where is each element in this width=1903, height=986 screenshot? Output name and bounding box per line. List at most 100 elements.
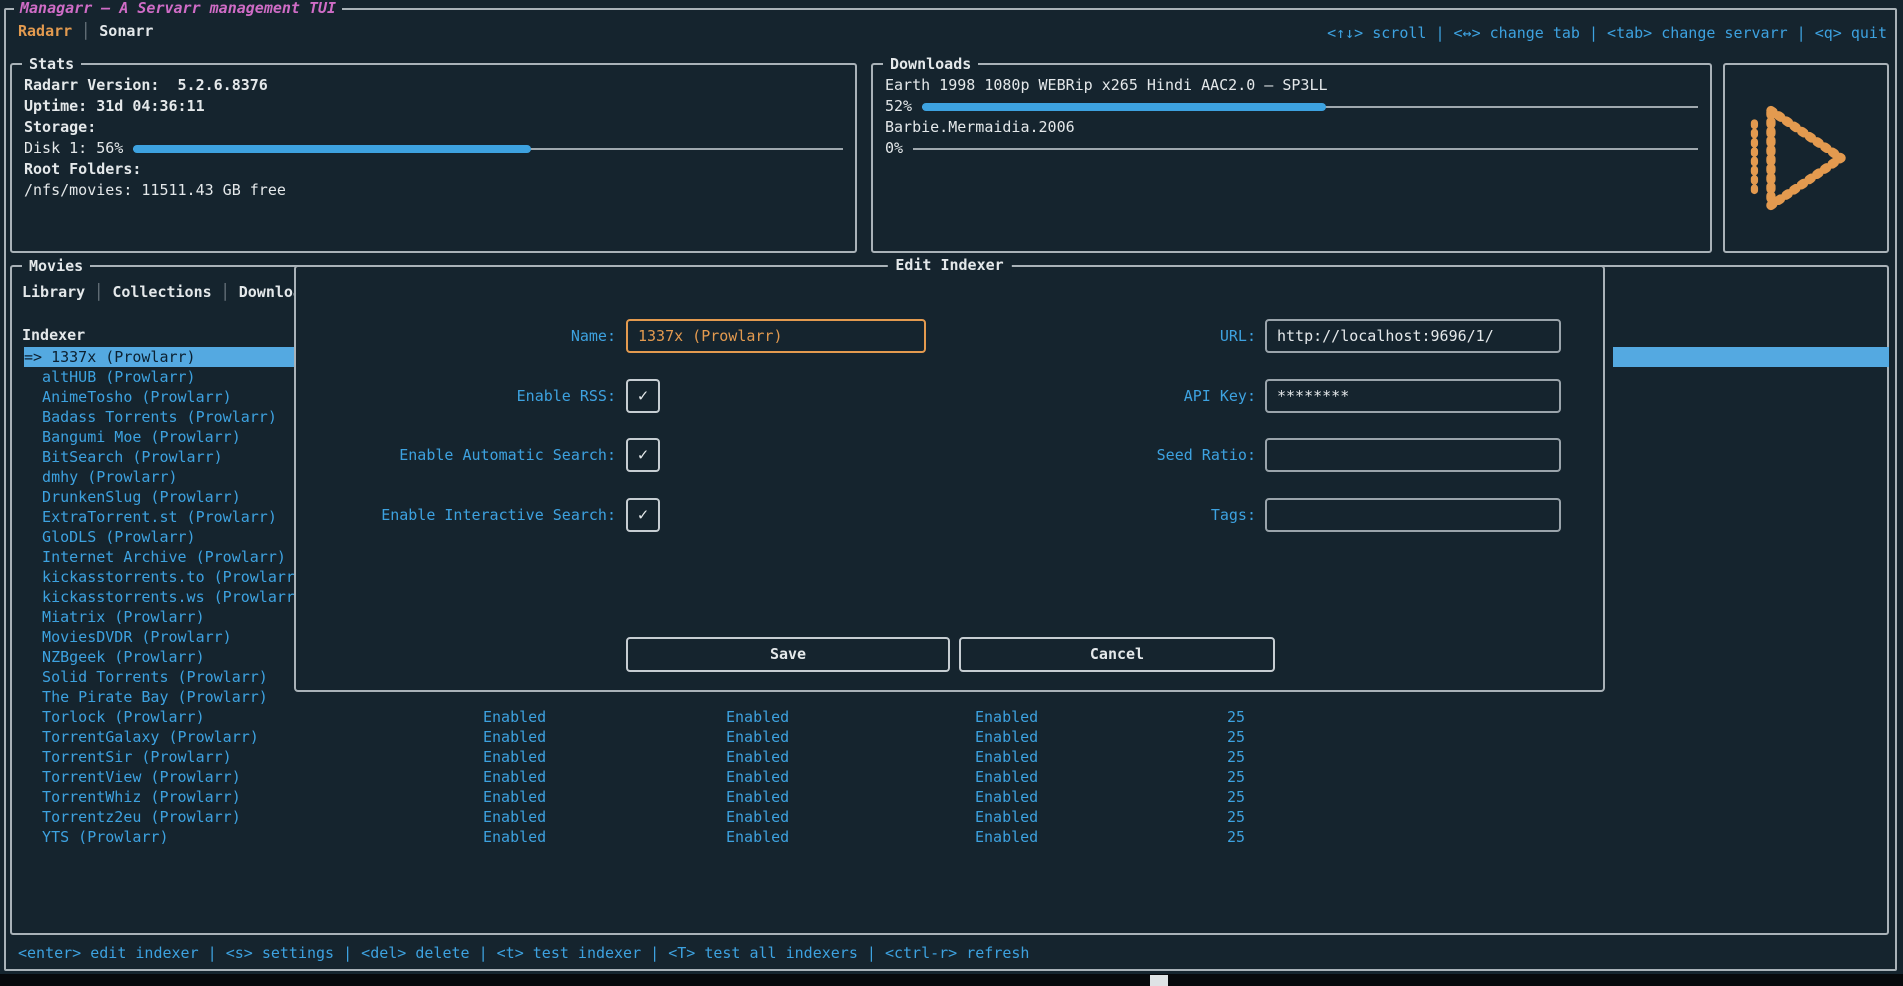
- indexer-name: TorrentSir (Prowlarr): [24, 747, 301, 767]
- tags-label: Tags:: [936, 498, 1256, 532]
- modal-title: Edit Indexer: [887, 256, 1011, 274]
- indexer-name: The Pirate Bay (Prowlarr): [24, 687, 301, 707]
- save-button[interactable]: Save: [626, 637, 950, 672]
- indexer-status-enabled: Enabled: [726, 767, 789, 787]
- indexer-priority: 25: [1174, 787, 1245, 807]
- tab-library[interactable]: Library: [22, 283, 85, 301]
- radarr-version: Radarr Version: 5.2.6.8376: [24, 75, 843, 96]
- bottom-keybindings: <enter> edit indexer | <s> settings | <d…: [18, 944, 1029, 962]
- indexer-row[interactable]: TorrentGalaxy (Prowlarr)EnabledEnabledEn…: [24, 727, 1879, 747]
- movies-tab-bar: Library │ Collections │ Downloads: [22, 283, 320, 301]
- enable-rss-label: Enable RSS:: [296, 379, 616, 413]
- indexer-name: AnimeTosho (Prowlarr): [24, 387, 301, 407]
- indexer-column-header: Indexer: [22, 326, 85, 344]
- stats-panel: Stats Radarr Version: 5.2.6.8376 Uptime:…: [10, 63, 857, 253]
- indexer-name: kickasstorrents.ws (Prowlarr): [24, 587, 301, 607]
- seed-ratio-label: Seed Ratio:: [936, 438, 1256, 472]
- background-artifact: [1150, 975, 1168, 986]
- indexer-priority: 25: [1174, 807, 1245, 827]
- indexer-row[interactable]: Torlock (Prowlarr)EnabledEnabledEnabled2…: [24, 707, 1879, 727]
- indexer-status-enabled: Enabled: [726, 727, 789, 747]
- enable-automatic-search-checkbox[interactable]: ✓: [626, 438, 660, 472]
- enable-automatic-search-label: Enable Automatic Search:: [296, 438, 616, 472]
- url-input[interactable]: http://localhost:9696/1/: [1265, 319, 1561, 353]
- download-percent: 52%: [885, 96, 912, 117]
- indexer-name: NZBgeek (Prowlarr): [24, 647, 301, 667]
- download-progress-row: 52%: [885, 96, 1698, 117]
- tags-input[interactable]: [1265, 498, 1561, 532]
- indexer-status-enabled: Enabled: [975, 807, 1038, 827]
- uptime: Uptime: 31d 04:36:11: [24, 96, 843, 117]
- name-input[interactable]: 1337x (Prowlarr): [626, 319, 926, 353]
- indexer-priority: 25: [1174, 707, 1245, 727]
- enable-interactive-search-label: Enable Interactive Search:: [296, 498, 616, 532]
- stats-panel-title: Stats: [22, 54, 81, 74]
- indexer-name: GloDLS (Prowlarr): [24, 527, 301, 547]
- indexer-status-enabled: Enabled: [975, 787, 1038, 807]
- url-label: URL:: [936, 319, 1256, 353]
- indexer-name: TorrentWhiz (Prowlarr): [24, 787, 301, 807]
- indexer-name: Torrentz2eu (Prowlarr): [24, 807, 301, 827]
- indexer-status-enabled: Enabled: [975, 707, 1038, 727]
- indexer-status-enabled: Enabled: [975, 727, 1038, 747]
- indexer-name: Miatrix (Prowlarr): [24, 607, 301, 627]
- indexer-name: dmhy (Prowlarr): [24, 467, 301, 487]
- download-item-title: Earth 1998 1080p WEBRip x265 Hindi AAC2.…: [885, 75, 1698, 96]
- desktop-strip: [0, 974, 1903, 986]
- disk-usage-bar: [133, 138, 843, 159]
- indexer-status-enabled: Enabled: [726, 747, 789, 767]
- indexer-status-enabled: Enabled: [975, 767, 1038, 787]
- api-key-label: API Key:: [936, 379, 1256, 413]
- indexer-status-enabled: Enabled: [483, 807, 546, 827]
- edit-indexer-modal: Edit Indexer Name: 1337x (Prowlarr) URL:…: [294, 265, 1605, 692]
- indexer-name: Badass Torrents (Prowlarr): [24, 407, 301, 427]
- top-keybindings: <↑↓> scroll | <↔> change tab | <tab> cha…: [1327, 24, 1887, 42]
- seed-ratio-input[interactable]: [1265, 438, 1561, 472]
- indexer-row[interactable]: TorrentSir (Prowlarr) Enabled Enabled Enabl…: [24, 747, 1879, 767]
- tab-separator: │: [212, 283, 239, 301]
- tab-separator: │: [72, 22, 99, 40]
- progress-fill: [133, 145, 530, 153]
- indexer-name: kickasstorrents.to (Prowlarr): [24, 567, 301, 587]
- tab-collections[interactable]: Collections: [112, 283, 211, 301]
- tab-sonarr[interactable]: Sonarr: [99, 22, 153, 40]
- tab-separator: │: [85, 283, 112, 301]
- indexer-row[interactable]: TorrentView (Prowlarr)EnabledEnabledEnab…: [24, 767, 1879, 787]
- indexer-name: Solid Torrents (Prowlarr): [24, 667, 301, 687]
- indexer-status-enabled: Enabled: [975, 827, 1038, 847]
- indexer-status-enabled: Enabled: [975, 747, 1038, 767]
- enable-interactive-search-checkbox[interactable]: ✓: [626, 498, 660, 532]
- progress-track: [913, 148, 1698, 150]
- terminal-screen: Managarr – A Servarr management TUI Rada…: [0, 0, 1903, 986]
- indexer-row[interactable]: TorrentWhiz (Prowlarr) Enabled Enabled Enab…: [24, 787, 1879, 807]
- indexer-row[interactable]: YTS (Prowlarr)EnabledEnabledEnabled25: [24, 827, 1879, 847]
- indexer-priority: 25: [1174, 727, 1245, 747]
- indexer-name: MoviesDVDR (Prowlarr): [24, 627, 301, 647]
- servarr-tab-bar: Radarr │ Sonarr: [18, 22, 153, 40]
- tab-radarr[interactable]: Radarr: [18, 22, 72, 40]
- indexer-name: TorrentView (Prowlarr): [24, 767, 301, 787]
- indexer-status-enabled: Enabled: [483, 787, 546, 807]
- indexer-priority: 25: [1174, 827, 1245, 847]
- selected-row-highlight-right: [1613, 347, 1889, 367]
- enable-rss-checkbox[interactable]: ✓: [626, 379, 660, 413]
- indexer-name: Internet Archive (Prowlarr): [24, 547, 301, 567]
- indexer-status-enabled: Enabled: [483, 727, 546, 747]
- storage-heading: Storage:: [24, 117, 843, 138]
- indexer-status-enabled: Enabled: [483, 827, 546, 847]
- api-key-input[interactable]: ********: [1265, 379, 1561, 413]
- managarr-play-logo: [1740, 89, 1872, 227]
- indexer-row[interactable]: Torrentz2eu (Prowlarr)EnabledEnabledEnab…: [24, 807, 1879, 827]
- downloads-panel: Downloads Earth 1998 1080p WEBRip x265 H…: [871, 63, 1712, 253]
- download-percent: 0%: [885, 138, 903, 159]
- indexer-priority: 25: [1174, 747, 1245, 767]
- cancel-button[interactable]: Cancel: [959, 637, 1275, 672]
- indexer-status-enabled: Enabled: [726, 787, 789, 807]
- indexer-priority: 25: [1174, 767, 1245, 787]
- logo-wrap: [1725, 65, 1887, 251]
- indexer-name: BitSearch (Prowlarr): [24, 447, 301, 467]
- indexer-status-enabled: Enabled: [483, 747, 546, 767]
- indexer-name: altHUB (Prowlarr): [24, 367, 301, 387]
- disk-usage-label: Disk 1: 56%: [24, 138, 123, 159]
- logo-panel: [1723, 63, 1889, 253]
